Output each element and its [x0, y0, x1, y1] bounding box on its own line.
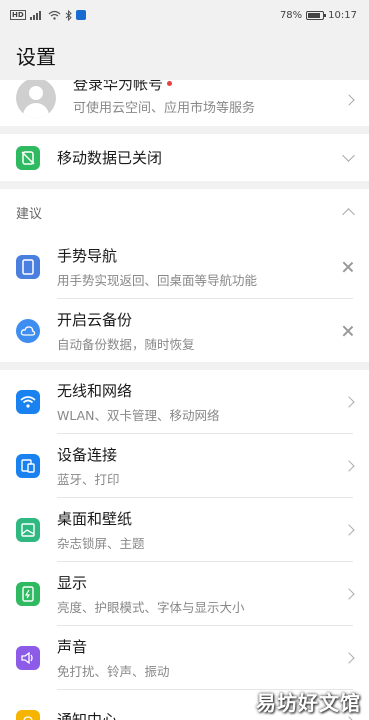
settings-item-subtitle: 免打扰、铃声、振动: [57, 663, 170, 679]
sound-icon: [16, 645, 40, 670]
suggestion-subtitle: 用手势实现返回、回桌面等导航功能: [57, 272, 258, 288]
account-text: 登录华为帐号 可使用云空间、应用市场等服务: [73, 80, 353, 116]
settings-item-texts: 无线和网络 WLAN、双卡管理、移动网络: [57, 380, 369, 424]
account-card: 登录华为帐号 可使用云空间、应用市场等服务: [0, 80, 369, 126]
notification-icon: [16, 709, 40, 720]
suggestion-subtitle: 自动备份数据，随时恢复: [57, 336, 195, 352]
close-icon[interactable]: [342, 325, 353, 336]
mobile-data-card: 移动数据已关闭: [0, 134, 369, 181]
suggestion-texts: 开启云备份 自动备份数据，随时恢复: [57, 309, 369, 353]
wallpaper-icon: [16, 517, 40, 542]
suggestion-cloud-backup[interactable]: 开启云备份 自动备份数据，随时恢复: [0, 299, 369, 362]
settings-item-title: 显示: [57, 573, 88, 592]
chevron-right-icon: [343, 395, 355, 408]
chevron-up-icon[interactable]: [342, 205, 355, 221]
avatar-icon: [16, 80, 56, 118]
settings-item-subtitle: 蓝牙、打印: [57, 471, 120, 487]
mobile-data-texts: 移动数据已关闭: [57, 147, 369, 168]
bluetooth-icon: [65, 9, 72, 21]
mobile-data-row[interactable]: 移动数据已关闭: [0, 134, 369, 181]
chevron-right-icon: [343, 94, 355, 106]
wifi-icon: [16, 389, 40, 414]
suggestion-title: 开启云备份: [57, 310, 133, 329]
chevron-right-icon: [343, 459, 355, 472]
settings-item-texts: 声音 免打扰、铃声、振动: [57, 636, 369, 680]
settings-item-title: 声音: [57, 637, 88, 656]
settings-item-subtitle: 亮度、护眼模式、字体与显示大小: [57, 599, 245, 615]
settings-item-title: 桌面和壁纸: [57, 509, 133, 528]
chevron-down-icon[interactable]: [342, 148, 355, 162]
signal-icon: [29, 11, 41, 20]
battery-percent: 78%: [279, 9, 303, 21]
display-icon: [16, 581, 40, 606]
settings-item-device-connection[interactable]: 设备连接 蓝牙、打印: [0, 434, 369, 497]
settings-item-subtitle: WLAN、双卡管理、移动网络: [57, 407, 220, 423]
mobile-data-label: 移动数据已关闭: [57, 149, 163, 167]
chevron-right-icon: [343, 651, 355, 664]
settings-item-wireless[interactable]: 无线和网络 WLAN、双卡管理、移动网络: [0, 370, 369, 433]
settings-card: 无线和网络 WLAN、双卡管理、移动网络 设备连接 蓝牙、打印 桌面和壁纸 杂志…: [0, 370, 369, 720]
status-bar: HD 78% 10:17: [0, 0, 369, 30]
close-icon[interactable]: [342, 261, 353, 272]
settings-item-wallpaper[interactable]: 桌面和壁纸 杂志锁屏、主题: [0, 498, 369, 561]
settings-item-texts: 设备连接 蓝牙、打印: [57, 444, 369, 488]
account-title: 登录华为帐号: [73, 80, 353, 94]
suggestion-texts: 手势导航 用手势实现返回、回桌面等导航功能: [57, 245, 369, 289]
settings-item-sound[interactable]: 声音 免打扰、铃声、振动: [0, 626, 369, 689]
chevron-right-icon: [343, 523, 355, 536]
device-connection-icon: [16, 453, 40, 478]
battery-icon: [306, 10, 327, 20]
account-subtitle: 可使用云空间、应用市场等服务: [73, 100, 256, 116]
settings-item-texts: 显示 亮度、护眼模式、字体与显示大小: [57, 572, 369, 616]
suggestions-card: 建议 手势导航 用手势实现返回、回桌面等导航功能 开启云备份 自动备份数据，随时…: [0, 189, 369, 362]
wifi-status-icon: [48, 10, 61, 20]
settings-item-subtitle: 杂志锁屏、主题: [57, 535, 145, 551]
suggestions-header-label: 建议: [16, 206, 43, 222]
cloud-backup-icon: [16, 318, 40, 343]
status-bar-right: 78% 10:17: [280, 10, 357, 21]
phone-gesture-icon: [16, 254, 40, 279]
chevron-right-icon: [343, 587, 355, 600]
settings-item-display[interactable]: 显示 亮度、护眼模式、字体与显示大小: [0, 562, 369, 625]
suggestion-gesture-nav[interactable]: 手势导航 用手势实现返回、回桌面等导航功能: [0, 235, 369, 298]
hd-icon: HD: [10, 10, 26, 20]
red-dot-badge: [167, 80, 173, 86]
app-notification-icon: [75, 10, 86, 20]
account-title-text: 登录华为帐号: [73, 80, 164, 93]
suggestion-title: 手势导航: [57, 246, 118, 265]
settings-item-title: 无线和网络: [57, 381, 133, 400]
settings-item-title: 设备连接: [57, 445, 118, 464]
status-bar-left: HD: [10, 9, 86, 21]
suggestions-header[interactable]: 建议: [0, 189, 369, 235]
page-title: 设置: [16, 44, 56, 69]
mobile-data-off-icon: [16, 145, 40, 170]
settings-item-texts: 桌面和壁纸 杂志锁屏、主题: [57, 508, 369, 552]
clock: 10:17: [328, 9, 357, 21]
account-row[interactable]: 登录华为帐号 可使用云空间、应用市场等服务: [0, 80, 369, 126]
watermark: 易坊好文馆: [256, 691, 361, 715]
